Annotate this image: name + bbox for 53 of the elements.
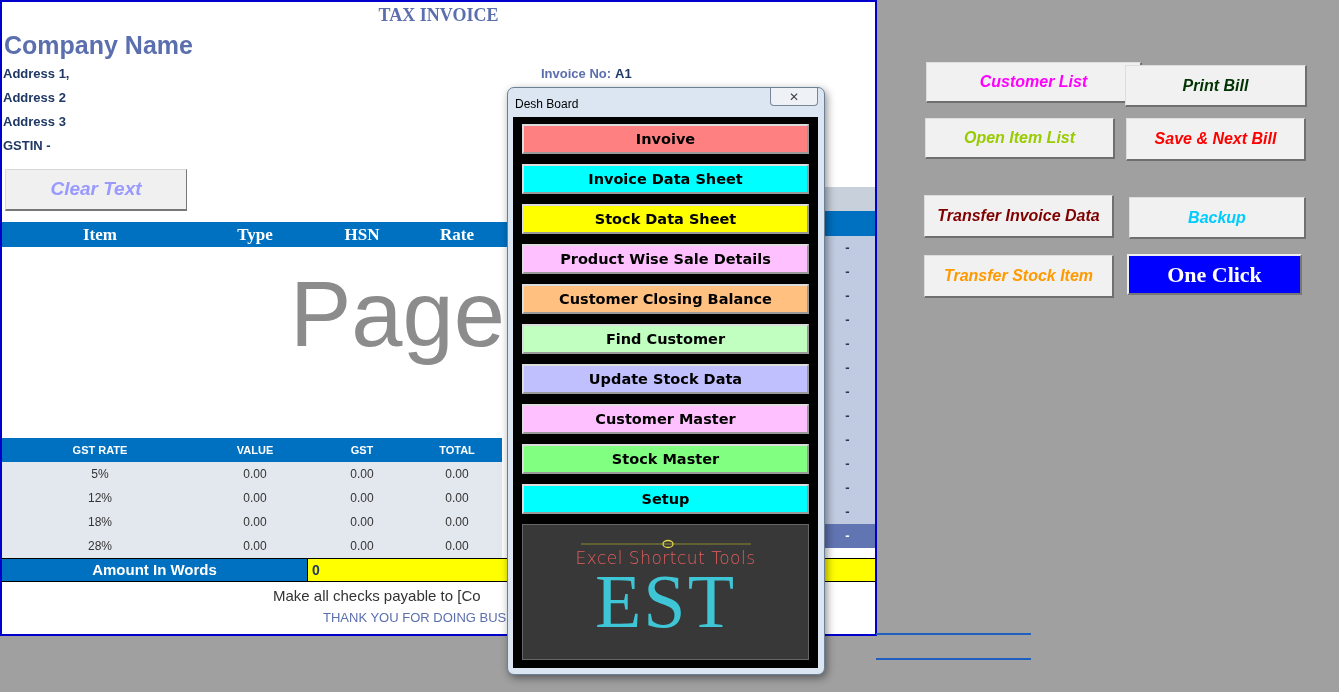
column-header: GST [349, 443, 375, 458]
menu-button[interactable]: Stock Data Sheet [522, 204, 809, 234]
column-header: VALUE [235, 443, 275, 458]
macro-button[interactable]: Transfer Invoice Data [924, 195, 1114, 238]
column-header: TOTAL [438, 443, 476, 458]
address-line: Address 2 [3, 90, 66, 105]
page-watermark: Page [290, 262, 505, 367]
table-cell-text: 0.00 [444, 466, 470, 483]
menu-button[interactable]: Setup [522, 484, 809, 514]
table-cell-text: 0.00 [242, 514, 268, 531]
menu-button[interactable]: Invoive [522, 124, 809, 154]
menu-button[interactable]: Customer Master [522, 404, 809, 434]
menu-button[interactable]: Customer Closing Balance [522, 284, 809, 314]
payment-note: Make all checks payable to [Co [272, 586, 482, 606]
dialog-title: Desh Board [515, 96, 579, 113]
invoice-title: TAX INVOICE [377, 4, 500, 27]
column-header: Item [82, 224, 118, 246]
menu-button[interactable]: Product Wise Sale Details [522, 244, 809, 274]
amount-label: Amount In Words [2, 559, 308, 581]
table-cell-text: 0.00 [444, 514, 470, 531]
address-line: Address 3 [3, 114, 66, 129]
macro-button[interactable]: One Click [1127, 254, 1302, 295]
table-cell-text: 0.00 [349, 466, 375, 483]
table-cell-text: 0.00 [349, 490, 375, 507]
table-cell-text: 18% [87, 514, 113, 531]
address-line: Address 1, [3, 66, 70, 81]
menu-button[interactable]: Find Customer [522, 324, 809, 354]
column-header: GST RATE [71, 443, 129, 458]
menu-button[interactable]: Update Stock Data [522, 364, 809, 394]
table-cell-text: 0.00 [242, 466, 268, 483]
column-header: Type [236, 224, 274, 246]
company-name: Company Name [3, 30, 194, 61]
table-cell-text: 5% [90, 466, 110, 483]
table-cell-text: 0.00 [444, 490, 470, 507]
macro-button[interactable]: Save & Next Bill [1126, 118, 1306, 161]
macro-button[interactable]: Print Bill [1125, 65, 1307, 107]
close-button[interactable]: ✕ [770, 88, 818, 106]
menu-button[interactable]: Invoice Data Sheet [522, 164, 809, 194]
table-cell-text: 28% [87, 538, 113, 555]
table-cell-text: 0.00 [242, 538, 268, 555]
column-header: HSN [343, 224, 381, 246]
table-cell-text: 0.00 [349, 514, 375, 531]
ornament-icon [580, 539, 751, 549]
address-line: GSTIN - [3, 138, 51, 153]
invoice-number: A1 [615, 65, 632, 83]
table-cell-text: 0.00 [349, 538, 375, 555]
invoice-number-label: Invoice No: [541, 65, 612, 83]
table-cell-text: 0.00 [444, 538, 470, 555]
thank-you-note: THANK YOU FOR DOING BUS [322, 609, 508, 627]
table-cell-text: 12% [87, 490, 113, 507]
column-header: Rate [439, 224, 475, 246]
menu-button[interactable]: Stock Master [522, 444, 809, 474]
table-cell-text: 0.00 [242, 490, 268, 507]
